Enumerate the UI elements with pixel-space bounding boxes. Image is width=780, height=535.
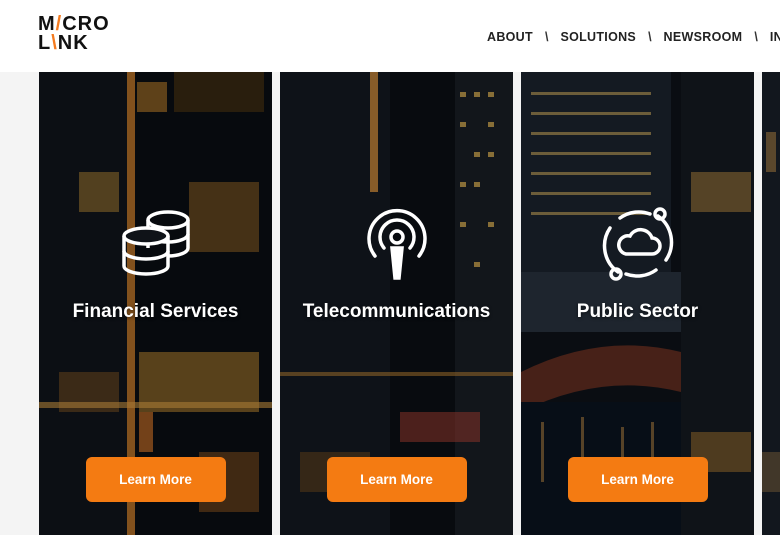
nav-separator: \ — [544, 30, 549, 44]
nav-item-newsroom[interactable]: NEWSROOM — [664, 30, 743, 44]
cloud-network-icon — [602, 207, 673, 281]
card-title: Telecommunications — [302, 301, 491, 322]
card-background-image — [762, 72, 780, 535]
podcast-icon — [366, 209, 427, 280]
nav-separator: \ — [648, 30, 652, 44]
nav-item-solutions[interactable]: SOLUTIONS — [560, 30, 636, 44]
card-telecommunications[interactable]: Telecommunications Learn More — [280, 72, 513, 535]
learn-more-button[interactable]: Learn More — [85, 457, 226, 502]
learn-more-button[interactable]: Learn More — [326, 457, 467, 502]
nav-item-about[interactable]: ABOUT — [487, 30, 533, 44]
card-partial-next[interactable] — [762, 72, 780, 535]
learn-more-button[interactable]: Learn More — [567, 457, 708, 502]
main-nav: ABOUT \ SOLUTIONS \ NEWSROOM \ INVE — [487, 29, 780, 45]
logo-line-2: L\NK — [38, 32, 89, 54]
card-title: Financial Services — [72, 301, 239, 322]
solutions-carousel: Financial Services Learn More Telecommun… — [0, 72, 780, 535]
card-financial-services[interactable]: Financial Services Learn More — [39, 72, 272, 535]
nav-separator: \ — [754, 30, 758, 44]
card-public-sector[interactable]: Public Sector Learn More — [521, 72, 754, 535]
database-icon — [121, 210, 190, 276]
micro-link-logo[interactable]: M/CRO L\NK — [38, 14, 109, 57]
site-header: M/CRO L\NK ABOUT \ SOLUTIONS \ NEWSROOM … — [0, 0, 780, 72]
card-title: Public Sector — [576, 301, 699, 322]
nav-item-investors[interactable]: INVE — [770, 30, 780, 44]
